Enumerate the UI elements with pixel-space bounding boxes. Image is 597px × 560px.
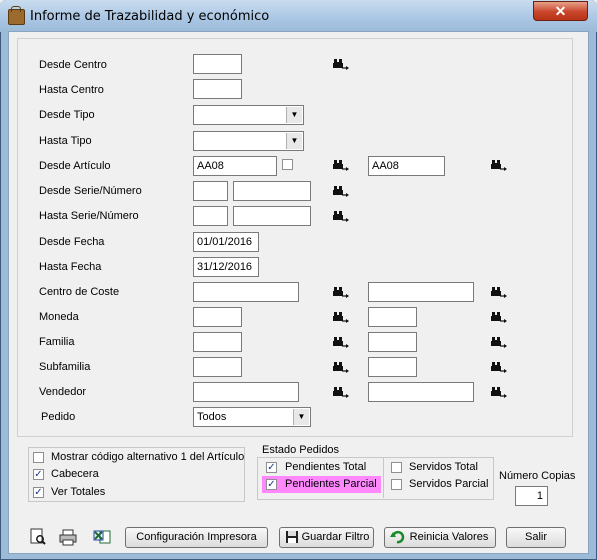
hasta-fecha-input[interactable]: 31/12/2016	[193, 257, 259, 277]
binoculars-icon[interactable]	[333, 210, 349, 224]
binoculars-icon[interactable]	[333, 159, 349, 173]
ver-totales-label: Ver Totales	[51, 486, 106, 498]
servidos-parcial-label: Servidos Parcial	[409, 478, 489, 490]
label-desde-serie: Desde Serie/Número	[39, 185, 142, 197]
desde-serie-input[interactable]	[193, 181, 228, 201]
hasta-numero-input[interactable]	[233, 206, 311, 226]
numero-copias-input[interactable]: 1	[515, 486, 548, 506]
desde-familia-input[interactable]	[193, 332, 242, 352]
chevron-down-icon: ▼	[293, 409, 309, 425]
desde-centro-input[interactable]	[193, 54, 242, 74]
hasta-articulo-input[interactable]: AA08	[368, 156, 445, 176]
guardar-filtro-button[interactable]: Guardar Filtro	[279, 527, 374, 548]
hasta-subfamilia-input[interactable]	[368, 357, 417, 377]
hasta-tipo-select[interactable]: ▼	[193, 131, 304, 151]
mostrar-codigo-checkbox[interactable]	[33, 452, 44, 463]
label-hasta-centro: Hasta Centro	[39, 84, 104, 96]
mostrar-codigo-label: Mostrar código alternativo 1 del Artícul…	[51, 451, 245, 463]
cabecera-checkbox[interactable]: ✓	[33, 469, 44, 480]
chevron-down-icon: ▼	[286, 107, 302, 123]
desde-fecha-input[interactable]: 01/01/2016	[193, 232, 259, 252]
binoculars-icon[interactable]	[491, 386, 507, 400]
binoculars-icon[interactable]	[491, 336, 507, 350]
estado-pedidos-title: Estado Pedidos	[262, 444, 340, 456]
binoculars-icon[interactable]	[491, 311, 507, 325]
print-preview-icon[interactable]	[29, 528, 47, 546]
label-familia: Familia	[39, 336, 75, 348]
binoculars-icon[interactable]	[491, 159, 507, 173]
label-moneda: Moneda	[39, 311, 79, 323]
servidos-parcial-checkbox[interactable]	[391, 479, 402, 490]
desde-moneda-input[interactable]	[193, 307, 242, 327]
disk-icon	[285, 530, 299, 551]
binoculars-icon[interactable]	[333, 336, 349, 350]
label-vendedor: Vendedor	[39, 386, 87, 398]
undo-icon	[390, 530, 405, 552]
binoculars-icon[interactable]	[333, 361, 349, 375]
label-centro-coste: Centro de Coste	[39, 286, 120, 298]
pendientes-parcial-label: Pendientes Parcial	[285, 478, 377, 490]
articulo-checkbox[interactable]	[282, 159, 293, 170]
hasta-serie-input[interactable]	[193, 206, 228, 226]
numero-copias-label: Número Copias	[499, 470, 576, 482]
label-hasta-fecha: Hasta Fecha	[39, 261, 102, 273]
binoculars-icon[interactable]	[491, 286, 507, 300]
reinicia-valores-label: Reinicia Valores	[409, 531, 489, 543]
close-button[interactable]: ✕	[533, 1, 588, 21]
hasta-centro-input[interactable]	[193, 79, 242, 99]
estado-divider	[383, 458, 384, 498]
binoculars-icon[interactable]	[333, 311, 349, 325]
desde-vendedor-input[interactable]	[193, 382, 299, 402]
label-desde-fecha: Desde Fecha	[39, 236, 105, 248]
title-bar: Informe de Trazabilidad y económico ✕	[0, 0, 597, 32]
pedido-select[interactable]: Todos ▼	[193, 407, 311, 427]
app-icon	[8, 6, 25, 25]
desde-centro-coste-input[interactable]	[193, 282, 299, 302]
label-hasta-tipo: Hasta Tipo	[39, 135, 92, 147]
hasta-vendedor-input[interactable]	[368, 382, 474, 402]
desde-subfamilia-input[interactable]	[193, 357, 242, 377]
guardar-filtro-label: Guardar Filtro	[301, 531, 370, 543]
label-desde-articulo: Desde Artículo	[39, 160, 111, 172]
binoculars-icon[interactable]	[333, 286, 349, 300]
binoculars-icon[interactable]	[333, 185, 349, 199]
hasta-moneda-input[interactable]	[368, 307, 417, 327]
window-title: Informe de Trazabilidad y económico	[30, 9, 270, 24]
hasta-familia-input[interactable]	[368, 332, 417, 352]
label-subfamilia: Subfamilia	[39, 361, 91, 373]
servidos-total-checkbox[interactable]	[391, 462, 402, 473]
label-hasta-serie: Hasta Serie/Número	[39, 210, 139, 222]
binoculars-icon[interactable]	[333, 58, 349, 72]
servidos-total-label: Servidos Total	[409, 461, 478, 473]
excel-icon[interactable]	[93, 528, 111, 546]
reinicia-valores-button[interactable]: Reinicia Valores	[384, 527, 496, 548]
chevron-down-icon: ▼	[286, 133, 302, 149]
pendientes-parcial-checkbox[interactable]: ✓	[266, 479, 277, 490]
label-pedido: Pedido	[41, 411, 76, 423]
cabecera-label: Cabecera	[51, 468, 99, 480]
desde-tipo-select[interactable]: ▼	[193, 105, 304, 125]
pendientes-total-checkbox[interactable]: ✓	[266, 462, 277, 473]
configuracion-impresora-button[interactable]: Configuración Impresora	[125, 527, 268, 548]
desde-numero-input[interactable]	[233, 181, 311, 201]
pendientes-total-label: Pendientes Total	[285, 461, 367, 473]
label-desde-tipo: Desde Tipo	[39, 109, 95, 121]
pedido-value: Todos	[197, 411, 227, 423]
salir-button[interactable]: Salir	[506, 527, 566, 548]
binoculars-icon[interactable]	[333, 386, 349, 400]
label-desde-centro: Desde Centro	[39, 59, 107, 71]
ver-totales-checkbox[interactable]: ✓	[33, 487, 44, 498]
printer-icon[interactable]	[59, 528, 77, 546]
binoculars-icon[interactable]	[491, 361, 507, 375]
hasta-centro-coste-input[interactable]	[368, 282, 474, 302]
desde-articulo-input[interactable]: AA08	[193, 156, 277, 176]
